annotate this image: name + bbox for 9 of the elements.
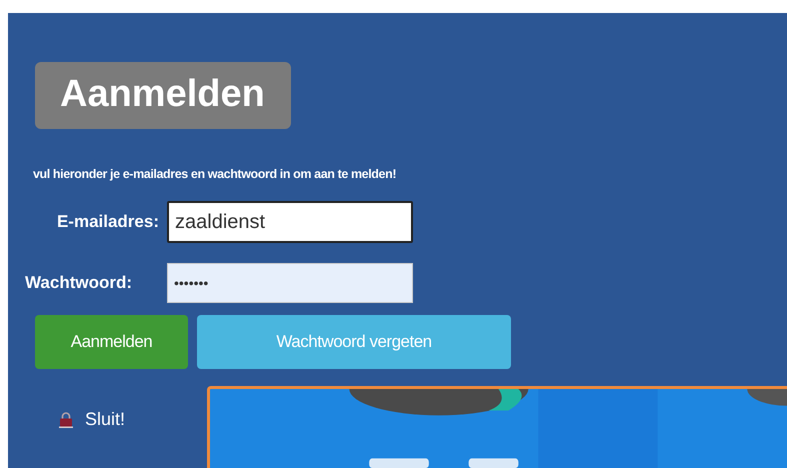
field-label: Wachtwoord:: [24, 273, 134, 293]
instruction-text: vul hieronder je e-mailadres en wachtwoord in om aan te melden!: [33, 167, 398, 181]
lock-icon: [59, 410, 73, 428]
login-button[interactable]: Aanmelden: [35, 315, 188, 369]
page-title: Aanmelden: [35, 62, 291, 129]
field-label: E-mailadres:: [56, 212, 160, 232]
password-field[interactable]: •••••••: [167, 263, 413, 303]
close-link[interactable]: Sluit!: [35, 396, 207, 442]
email-field[interactable]: zaaldienst: [167, 201, 413, 243]
